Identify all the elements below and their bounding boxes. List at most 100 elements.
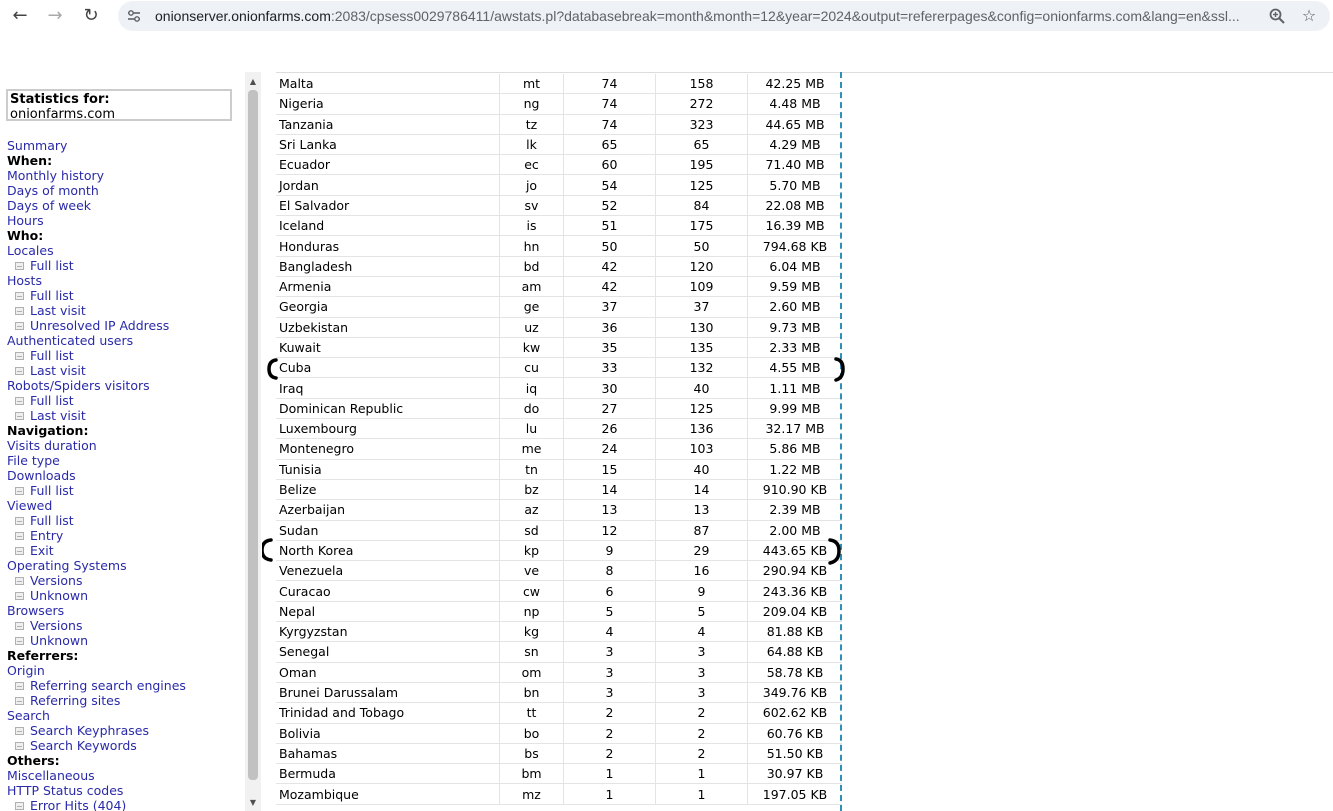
menu-link[interactable]: Operating Systems bbox=[7, 558, 127, 573]
back-arrow-icon[interactable]: ← bbox=[8, 4, 32, 28]
menu-sublink[interactable]: Versions bbox=[30, 618, 82, 633]
menu-sublink[interactable]: Error Hits (404) bbox=[30, 798, 126, 811]
pages-value: 3 bbox=[563, 662, 656, 683]
menu-sublink[interactable]: Versions bbox=[30, 573, 82, 588]
menu-link[interactable]: Downloads bbox=[7, 468, 76, 483]
menu-sublink[interactable]: Unknown bbox=[30, 588, 88, 603]
pages-value: 37 bbox=[563, 296, 656, 318]
country-code: hn bbox=[499, 235, 564, 257]
menu-sublink-row: Referring sites bbox=[7, 693, 243, 708]
menu-sublink[interactable]: Last visit bbox=[30, 363, 86, 378]
menu-sublink[interactable]: Referring search engines bbox=[30, 678, 186, 693]
hits-value: 2 bbox=[655, 702, 748, 724]
table-icon bbox=[15, 727, 24, 735]
menu-sublink[interactable]: Referring sites bbox=[30, 693, 120, 708]
menu-sublink[interactable]: Full list bbox=[30, 483, 74, 498]
country-name: Sri Lanka bbox=[276, 134, 500, 156]
country-name: Luxembourg bbox=[276, 418, 500, 440]
hits-value: 65 bbox=[655, 134, 748, 156]
country-code: np bbox=[499, 601, 564, 623]
pages-value: 5 bbox=[563, 601, 656, 623]
country-code: bn bbox=[499, 682, 564, 704]
pages-value: 6 bbox=[563, 580, 656, 602]
url-text[interactable]: onionserver.onionfarms.com:2083/cpsess00… bbox=[155, 1, 1245, 31]
menu-link[interactable]: Viewed bbox=[7, 498, 52, 513]
menu-sublink[interactable]: Last visit bbox=[30, 303, 86, 318]
menu-link[interactable]: Browsers bbox=[7, 603, 64, 618]
menu-sublink[interactable]: Last visit bbox=[30, 408, 86, 423]
menu-sublink[interactable]: Full list bbox=[30, 348, 74, 363]
menu-sublink[interactable]: Search Keyphrases bbox=[30, 723, 149, 738]
menu-sublink[interactable]: Unknown bbox=[30, 633, 88, 648]
bandwidth-value: 5.86 MB bbox=[747, 438, 842, 460]
menu-link[interactable]: Visits duration bbox=[7, 438, 97, 453]
pages-value: 27 bbox=[563, 398, 656, 420]
menu-link[interactable]: File type bbox=[7, 453, 60, 468]
country-name: Malta bbox=[276, 74, 500, 95]
menu-link[interactable]: HTTP Status codes bbox=[7, 783, 123, 798]
country-name: Dominican Republic bbox=[276, 398, 500, 420]
country-code: kg bbox=[499, 621, 564, 643]
country-code: iq bbox=[499, 377, 564, 399]
bandwidth-value: 9.99 MB bbox=[747, 398, 842, 420]
menu-link[interactable]: Days of month bbox=[7, 183, 99, 198]
table-icon bbox=[15, 742, 24, 750]
table-icon bbox=[15, 547, 24, 555]
pages-value: 2 bbox=[563, 723, 656, 744]
bandwidth-value: 602.62 KB bbox=[747, 702, 842, 724]
menu-link[interactable]: Days of week bbox=[7, 198, 91, 213]
bookmark-star-icon[interactable]: ☆ bbox=[1300, 7, 1318, 25]
table-row: Malta mt 74 158 42.25 MB bbox=[276, 74, 842, 95]
hits-value: 14 bbox=[655, 479, 748, 501]
country-name: Tanzania bbox=[276, 114, 500, 135]
zoom-icon[interactable] bbox=[1268, 7, 1286, 25]
forward-arrow-icon[interactable]: → bbox=[43, 4, 67, 28]
menu-link[interactable]: Locales bbox=[7, 243, 54, 258]
bandwidth-value: 5.70 MB bbox=[747, 174, 842, 196]
menu-link[interactable]: Hosts bbox=[7, 273, 42, 288]
menu-link[interactable]: Search bbox=[7, 708, 50, 723]
menu-sublink[interactable]: Unresolved IP Address bbox=[30, 318, 169, 333]
menu-sublink[interactable]: Full list bbox=[30, 288, 74, 303]
scroll-up-arrow-icon[interactable]: ▲ bbox=[245, 74, 261, 90]
menu-scrollbar[interactable]: ▲ ▼ bbox=[245, 72, 261, 811]
menu-sublink[interactable]: Entry bbox=[30, 528, 63, 543]
bandwidth-value: 209.04 KB bbox=[747, 601, 842, 623]
menu-sublink[interactable]: Exit bbox=[30, 543, 54, 558]
scroll-down-arrow-icon[interactable]: ▼ bbox=[245, 795, 261, 811]
menu-link-row: Viewed bbox=[7, 498, 243, 513]
pages-value: 13 bbox=[563, 499, 656, 521]
menu-sublink[interactable]: Full list bbox=[30, 513, 74, 528]
pages-value: 8 bbox=[563, 560, 656, 582]
menu-sublink[interactable]: Full list bbox=[30, 258, 74, 273]
menu-sublink[interactable]: Full list bbox=[30, 393, 74, 408]
menu-link[interactable]: Monthly history bbox=[7, 168, 104, 183]
menu-link[interactable]: Hours bbox=[7, 213, 44, 228]
menu-link[interactable]: Summary bbox=[7, 138, 67, 153]
menu-sublink-row: Full list bbox=[7, 288, 243, 303]
menu-link[interactable]: Robots/Spiders visitors bbox=[7, 378, 150, 393]
hits-value: 87 bbox=[655, 520, 748, 541]
country-code: tt bbox=[499, 702, 564, 724]
table-icon bbox=[15, 292, 24, 300]
menu-sublink-row: Search Keyphrases bbox=[7, 723, 243, 738]
site-info-icon[interactable] bbox=[126, 8, 142, 24]
bandwidth-value: 81.88 KB bbox=[747, 621, 842, 643]
menu-link[interactable]: Miscellaneous bbox=[7, 768, 95, 783]
country-name: Kuwait bbox=[276, 337, 500, 359]
country-name: Georgia bbox=[276, 296, 500, 318]
address-bar[interactable]: onionserver.onionfarms.com:2083/cpsess00… bbox=[118, 1, 1330, 31]
pages-value: 26 bbox=[563, 418, 656, 440]
menu-link[interactable]: Origin bbox=[7, 663, 45, 678]
country-code: cu bbox=[499, 357, 564, 379]
menu-link[interactable]: Authenticated users bbox=[7, 333, 133, 348]
bandwidth-value: 51.50 KB bbox=[747, 743, 842, 765]
site-name: onionfarms.com bbox=[10, 107, 115, 122]
scrollbar-thumb[interactable] bbox=[248, 90, 258, 780]
table-icon bbox=[15, 517, 24, 525]
table-row: Nepal np 5 5 209.04 KB bbox=[276, 601, 842, 623]
country-name: Bermuda bbox=[276, 763, 500, 785]
menu-link-row: Hosts bbox=[7, 273, 243, 288]
menu-sublink[interactable]: Search Keywords bbox=[30, 738, 137, 753]
reload-icon[interactable]: ↻ bbox=[79, 4, 103, 28]
